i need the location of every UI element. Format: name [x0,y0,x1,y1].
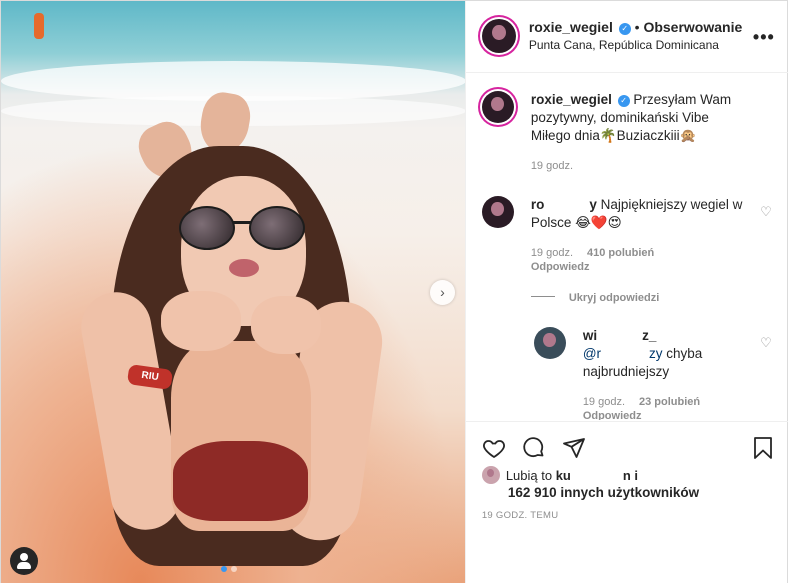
next-photo-button[interactable]: › [430,280,455,305]
username-end: z_ [642,328,657,343]
hide-replies-button[interactable]: Ukryj odpowiedzi [530,292,660,304]
reply-button[interactable]: Odpowiedz [531,261,590,273]
username-link[interactable]: ro y [531,197,597,212]
hand [251,296,321,354]
likes-prefix: Lubią to [505,468,553,483]
sunglasses-bridge [233,221,251,224]
comments-list[interactable]: roxie_wegiel ✓ Przesyłam Wam pozytywny, … [466,74,788,420]
reply-button[interactable]: Odpowiedz [583,410,642,420]
mention-link[interactable]: @r zy [583,346,663,361]
person-tag-button[interactable] [10,547,38,575]
hand [161,291,241,351]
action-icons [482,436,586,460]
carousel-dot [221,566,227,572]
verified-badge-icon: ✓ [618,23,631,35]
instagram-post: RIU › roxie_wegiel ✓ • Obserwowanie Punt… [0,0,788,583]
reply-meta: 19 godz. 23 polubień [583,396,700,408]
liker-username-start: ku [555,468,571,483]
bookmark-icon[interactable] [751,436,775,460]
lips [229,259,259,277]
liker-avatar[interactable] [481,466,500,484]
swimsuit [173,441,308,521]
verified-badge-icon: ✓ [617,95,630,107]
avatar[interactable] [481,91,514,123]
avatar[interactable] [481,19,516,53]
comment-meta: 19 godz. 410 polubień [531,247,654,259]
header-user-line: roxie_wegiel ✓ • Obserwowanie [529,19,742,35]
heart-icon[interactable] [482,436,506,460]
caption-time[interactable]: 19 godz. [531,160,573,172]
like-comment-icon[interactable]: ♡ [760,335,772,351]
post-sidebar: roxie_wegiel ✓ • Obserwowanie Punta Cana… [464,1,788,583]
reply-likes[interactable]: 23 polubień [639,396,700,408]
location-link[interactable]: Punta Cana, República Dominicana [529,38,719,52]
likes-count[interactable]: 162 910 innych użytkowników [482,484,699,501]
like-comment-icon[interactable]: ♡ [760,204,772,220]
divider [530,296,555,297]
liker-username[interactable]: ku n i [556,468,638,483]
mention-end: zy [649,346,663,361]
redacted-block [570,470,623,480]
photo-subject: RIU [1,1,465,583]
username-link[interactable]: roxie_wegiel [529,19,613,35]
post-timestamp[interactable]: 19 GODZ. TEMU [482,510,559,521]
username-start: ro [530,197,545,212]
redacted-block [597,330,643,340]
sunglasses-lens [179,206,235,250]
liker-username-end: n i [622,468,639,483]
post-header: roxie_wegiel ✓ • Obserwowanie Punta Cana… [465,1,788,73]
likes-row: Lubią to ku n i [481,466,699,484]
share-icon[interactable] [562,436,586,460]
chevron-right-icon: › [440,284,445,300]
sunglasses-lens [249,206,305,250]
redacted-block [601,348,650,358]
avatar[interactable] [533,327,566,359]
comment-likes[interactable]: 410 polubień [587,247,654,259]
avatar[interactable] [481,196,514,228]
post-photo[interactable]: RIU › [1,1,465,583]
caption-text-block: roxie_wegiel ✓ Przesyłam Wam pozytywny, … [531,91,751,145]
follow-button[interactable]: Obserwowanie [643,19,742,35]
post-actions: Lubią to ku n i 162 910 innych użytkownik… [465,421,788,583]
username-link[interactable]: roxie_wegiel [531,92,612,107]
more-options-icon[interactable]: ••• [753,27,775,48]
carousel-dot [231,566,237,572]
likes-summary: Lubią to ku n i 162 910 innych użytkownik… [481,466,699,501]
username-end: y [589,197,597,212]
mention-start: @r [582,346,602,361]
comment-text-block: ro y Najpiękniejszy wegiel w Polsce 😂❤️😍 [531,196,751,232]
reply-time[interactable]: 19 godz. [583,396,625,408]
carousel-indicator [221,566,237,572]
username-start: wi [582,328,598,343]
comment-time[interactable]: 19 godz. [531,247,573,259]
username-link[interactable]: wi z_ [583,328,657,343]
reply-text-block: wi z_ @r zy chyba najbrudniejszy [583,327,743,381]
redacted-block [544,199,590,209]
hide-replies-label: Ukryj odpowiedzi [568,292,660,304]
comment-icon[interactable] [522,436,546,460]
